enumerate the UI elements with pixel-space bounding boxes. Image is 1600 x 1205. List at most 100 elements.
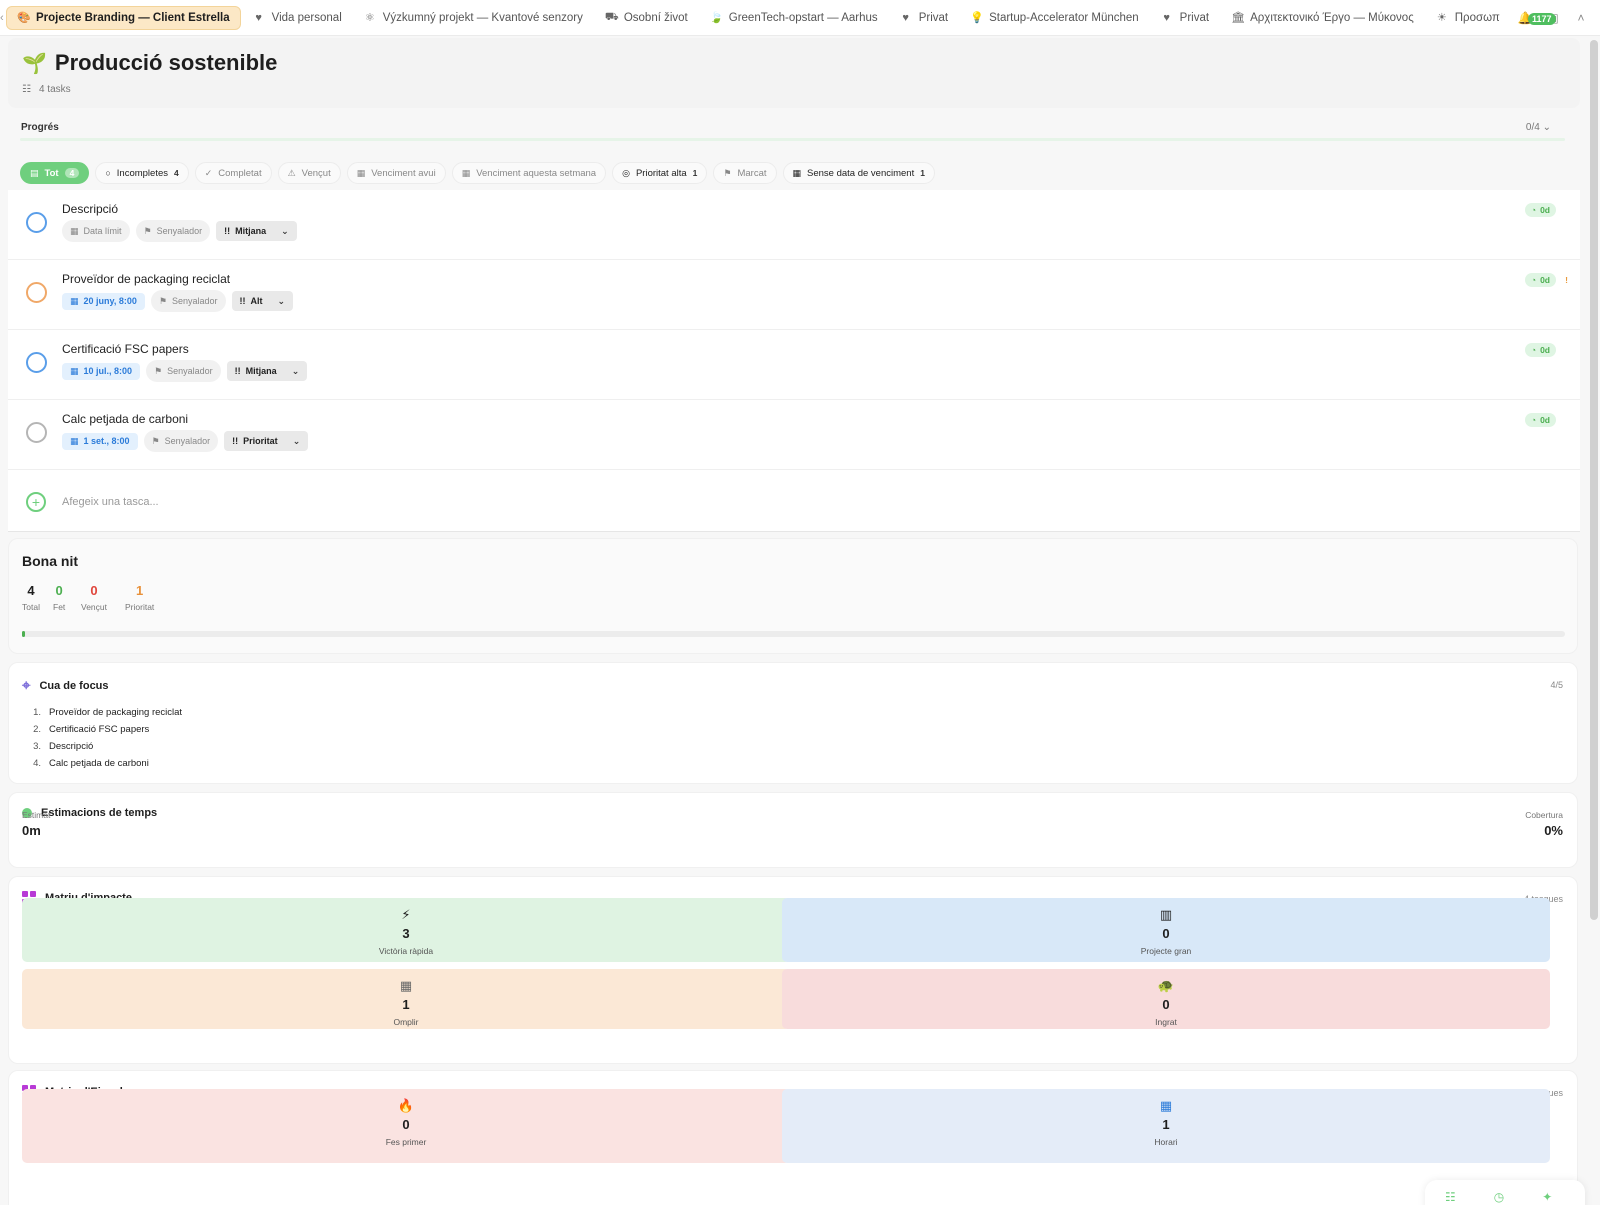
stat-label: Fet	[53, 602, 66, 612]
tab-8[interactable]: 🏛 Αρχιτεκτονικό Έργο — Μύκονος	[1221, 6, 1424, 30]
add-task-input[interactable]: Afegeix una tasca...	[62, 496, 159, 508]
time-estimate-badge[interactable]: ◔ 0d	[1524, 203, 1556, 217]
flag-button[interactable]: ⚑ Senyalador	[150, 290, 226, 312]
progress-count[interactable]: 0/4 ⌄	[1526, 122, 1551, 133]
stat-value: 0	[55, 583, 63, 598]
stat-prioritat: 1 Prioritat	[125, 583, 154, 612]
tab-6[interactable]: 💡 Startup-Accelerator München	[960, 6, 1149, 30]
task-row[interactable]: Descripció ▦ Data límit ⚑ Senyalador!! Mitjan…	[8, 190, 1580, 260]
priority-text: Mitjana	[235, 226, 267, 236]
task-row[interactable]: Calc petjada de carboni ▦ 1 set., 8:00 ⚑ Sen…	[8, 400, 1580, 470]
task-row[interactable]: Certificació FSC papers ▦ 10 jul., 8:00 ⚑ Se…	[8, 330, 1580, 400]
task-name[interactable]: Certificació FSC papers	[62, 342, 189, 356]
filter-chip-2[interactable]: ✓ Completat	[194, 162, 272, 184]
priority-select[interactable]: !! Mitjana ⌄	[216, 221, 297, 241]
quadrant-fes-primer[interactable]: 🔥 0 Fes primer	[22, 1089, 790, 1163]
coverage-value: 0%	[1544, 823, 1563, 838]
chevron-down-icon: ⌄	[1542, 122, 1551, 133]
flag-button[interactable]: ⚑ Senyalador	[143, 430, 219, 452]
focus-queue-header: ⌖ Cua de focus	[22, 677, 109, 694]
quadrant-horari[interactable]: ▦ 1 Horari	[782, 1089, 1550, 1163]
tab-7[interactable]: ♥ Privat	[1151, 6, 1219, 30]
greeting: Bona nit	[22, 553, 78, 569]
task-row[interactable]: Proveïdor de packaging reciclat ▦ 20 juny,…	[8, 260, 1580, 330]
due-date-button[interactable]: ▦ 10 jul., 8:00	[62, 362, 141, 380]
list-icon[interactable]: ☷	[1445, 1190, 1456, 1205]
flag-text: Senyalador	[156, 226, 203, 236]
priority-select[interactable]: !! Alt ⌄	[231, 291, 294, 311]
due-date-button[interactable]: ▦ Data límit	[62, 220, 130, 242]
building-icon: 🏛	[1231, 12, 1246, 24]
due-date-text: 10 jul., 8:00	[83, 366, 133, 376]
priority-select[interactable]: !! Mitjana ⌄	[226, 361, 308, 381]
list-icon: ☷	[22, 84, 31, 95]
time-estimate-text: 0d	[1540, 345, 1550, 355]
filter-chip-badge: 1	[692, 168, 698, 178]
tab-4[interactable]: 🍃 GreenTech-opstart — Aarhus	[700, 6, 888, 30]
task-checkbox[interactable]	[26, 422, 47, 443]
filter-chip-label: Marcat	[737, 167, 767, 179]
calendar-icon: ▦	[70, 365, 79, 376]
task-checkbox[interactable]	[26, 352, 47, 373]
tab-0[interactable]: 🎨 Projecte Branding — Client Estrella	[6, 5, 241, 30]
quadrant-projecte-gran[interactable]: ▥ 0 Projecte gran	[782, 898, 1550, 962]
add-task-row[interactable]: + Afegeix una tasca...	[8, 472, 1580, 532]
filter-chip-6[interactable]: ◎ Prioritat alta 1	[612, 162, 708, 184]
progress-bar	[20, 138, 1565, 141]
time-estimate-badge[interactable]: ◔ 0d	[1524, 413, 1556, 427]
filter-chip-4[interactable]: ▦ Venciment avui	[346, 162, 446, 184]
calendar-icon: ▦	[70, 225, 79, 236]
quadrant-value: 3	[402, 926, 410, 941]
quadrant-value: 0	[1162, 926, 1170, 941]
flag-button[interactable]: ⚑ Senyalador	[135, 220, 211, 242]
quadrant-label: Victòria ràpida	[378, 946, 434, 956]
progress-section[interactable]: Progrés 0/4 ⌄	[20, 118, 1565, 144]
filter-chip-0[interactable]: ▤ Tot 4	[20, 162, 90, 184]
leaf-icon: 🍃	[709, 12, 724, 24]
filter-chip-8[interactable]: ▦ Sense data de venciment 1	[782, 162, 935, 184]
priority-select[interactable]: !! Prioritat ⌄	[224, 431, 309, 451]
time-estimate-badge[interactable]: ◔ 0d	[1524, 343, 1556, 357]
task-count-text: 4 tasks	[38, 84, 71, 95]
due-date-button[interactable]: ▦ 20 juny, 8:00	[62, 292, 145, 310]
focus-queue-item[interactable]: 1. Proveïdor de packaging reciclat	[33, 707, 182, 724]
due-date-button[interactable]: ▦ 1 set., 8:00	[62, 432, 138, 450]
filter-chip-5[interactable]: ▦ Venciment aquesta setmana	[451, 162, 607, 184]
tab-label: Vida personal	[271, 11, 342, 24]
filter-chip-1[interactable]: ○ Incompletes 4	[95, 162, 189, 184]
tab-1[interactable]: ♥ Vida personal	[243, 6, 352, 30]
filter-chip-3[interactable]: ⚠ Vençut	[277, 162, 341, 184]
project-tab-bar: ‹ 🎨 Projecte Branding — Client Estrella ♥ V…	[0, 0, 1600, 36]
quadrant-omplir[interactable]: ▦ 1 Omplir	[22, 969, 790, 1029]
filter-chip-7[interactable]: ⚑ Marcat	[713, 162, 777, 184]
task-checkbox[interactable]	[26, 282, 47, 303]
task-checkbox[interactable]	[26, 212, 47, 233]
chevron-up-icon[interactable]: ˄	[1572, 9, 1590, 27]
timer-icon: ◔	[1530, 415, 1537, 425]
filter-chip-label: Tot	[44, 167, 59, 179]
tab-3[interactable]: ⛟ Osobní život	[595, 6, 698, 30]
tab-2[interactable]: ⚛ Výzkumný projekt — Kvantové senzory	[354, 6, 593, 30]
focus-queue-item[interactable]: 4. Calc petjada de carboni	[33, 758, 182, 775]
quadrant-victòria-ràpida[interactable]: ⚡ 3 Victòria ràpida	[22, 898, 790, 962]
quadrant-value: 0	[1162, 997, 1170, 1012]
flag-button[interactable]: ⚑ Senyalador	[146, 360, 221, 382]
focus-queue-item[interactable]: 2. Certificació FSC papers	[33, 724, 182, 741]
task-name[interactable]: Calc petjada de carboni	[62, 412, 188, 426]
tab-5[interactable]: ♥ Privat	[890, 6, 958, 30]
plus-icon[interactable]: +	[26, 492, 46, 512]
timer-icon[interactable]: ◷	[1494, 1190, 1504, 1205]
stat-value: 1	[136, 583, 144, 598]
task-name[interactable]: Descripció	[62, 202, 118, 216]
focus-queue-text: Descripció	[49, 741, 94, 752]
quadrant-ingrat[interactable]: 🐢 0 Ingrat	[782, 969, 1550, 1029]
time-estimate-badge[interactable]: ◔ 0d!	[1524, 273, 1568, 287]
task-name[interactable]: Proveïdor de packaging reciclat	[62, 272, 230, 286]
sparkle-icon[interactable]: ✦	[1542, 1190, 1552, 1205]
bell-icon[interactable]: 🔔 1177	[1516, 9, 1556, 27]
flag-icon: ⚑	[154, 365, 163, 376]
filter-chip-badge: 1	[920, 168, 925, 178]
scrollbar-thumb[interactable]	[1590, 40, 1598, 920]
focus-queue-item[interactable]: 3. Descripció	[33, 741, 182, 758]
calendar-icon: ▦	[461, 167, 471, 178]
